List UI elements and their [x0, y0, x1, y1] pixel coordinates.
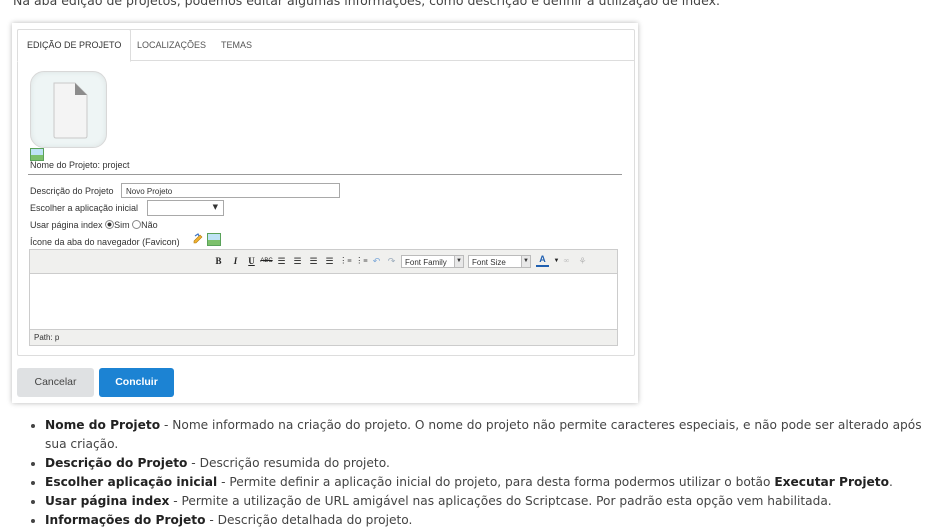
font-size-select[interactable]: Font Size ▼: [468, 255, 531, 268]
tab-locations[interactable]: LOCALIZAÇÕES: [137, 30, 206, 60]
bullet-list-icon[interactable]: ⋮≡: [339, 254, 352, 268]
tabs-container: EDIÇÃO DE PROJETO LOCALIZAÇÕES TEMAS Nom…: [17, 29, 635, 356]
font-family-value: Font Family: [405, 258, 447, 267]
list-item: Informações do Projeto - Descrição detal…: [45, 511, 929, 530]
document-icon: [53, 82, 88, 139]
list-item-text: - Nome informado na criação do projeto. …: [45, 418, 922, 451]
underline-icon[interactable]: U: [245, 254, 258, 268]
radio-no-label: Não: [141, 220, 158, 230]
description-field[interactable]: Novo Projeto: [121, 183, 340, 198]
numbered-list-icon[interactable]: ⋮≡: [355, 254, 368, 268]
list-item: Descrição do Projeto - Descrição resumid…: [45, 454, 929, 473]
rich-text-editor: B I U ABC ☰ ☰ ☰ ☰ ⋮≡ ⋮≡ ↶ ↷ Font Family …: [29, 249, 618, 346]
edit-pencil-icon[interactable]: [193, 233, 204, 244]
align-left-icon[interactable]: ☰: [275, 254, 288, 268]
font-family-select[interactable]: Font Family ▼: [401, 255, 464, 268]
list-item-text: .: [888, 475, 893, 489]
chevron-down-icon: ▼: [521, 256, 530, 267]
use-index-row: Usar página index Sim Não: [30, 220, 158, 230]
favicon-image-icon[interactable]: [207, 233, 221, 246]
confirm-button[interactable]: Concluir: [99, 368, 174, 397]
favicon-label: Ícone da aba do navegador (Favicon): [30, 237, 180, 247]
divider: [28, 174, 622, 175]
list-item: Usar página index - Permite a utilização…: [45, 492, 929, 511]
cancel-button[interactable]: Cancelar: [17, 368, 94, 397]
list-item-text: - Permite definir a aplicação inicial do…: [217, 475, 775, 489]
editor-path: Path: p: [30, 329, 617, 345]
list-item: Escolher aplicação inicial - Permite def…: [45, 473, 929, 492]
align-center-icon[interactable]: ☰: [291, 254, 304, 268]
radio-yes-label: Sim: [114, 220, 130, 230]
radio-yes[interactable]: [105, 220, 115, 229]
list-item-term: Informações do Projeto: [45, 513, 206, 527]
initial-app-select[interactable]: ▼: [147, 200, 224, 216]
tab-bar: EDIÇÃO DE PROJETO LOCALIZAÇÕES TEMAS: [17, 29, 634, 62]
align-justify-icon[interactable]: ☰: [323, 254, 336, 268]
editor-toolbar: B I U ABC ☰ ☰ ☰ ☰ ⋮≡ ⋮≡ ↶ ↷ Font Family …: [30, 250, 617, 274]
list-item-term: Executar Projeto: [774, 475, 889, 489]
initial-app-label: Escolher a aplicação inicial: [30, 203, 139, 213]
field-descriptions-list: Nome do Projeto - Nome informado na cria…: [26, 416, 929, 530]
list-item-text: - Descrição detalhada do projeto.: [205, 513, 413, 527]
italic-icon[interactable]: I: [229, 254, 242, 268]
project-edit-panel: EDIÇÃO DE PROJETO LOCALIZAÇÕES TEMAS Nom…: [12, 23, 638, 403]
list-item-text: - Permite a utilização de URL amigável n…: [169, 494, 832, 508]
chevron-down-icon: ▼: [454, 256, 463, 267]
link-icon[interactable]: ∞: [560, 254, 573, 268]
use-index-label: Usar página index: [30, 220, 103, 230]
list-item-term: Descrição do Projeto: [45, 456, 188, 470]
project-name-label: Nome do Projeto: project: [30, 160, 130, 170]
list-item-term: Nome do Projeto: [45, 418, 161, 432]
align-right-icon[interactable]: ☰: [307, 254, 320, 268]
bold-icon[interactable]: B: [212, 254, 225, 268]
chevron-down-icon: ▼: [212, 203, 218, 211]
list-item: Nome do Projeto - Nome informado na cria…: [45, 416, 929, 454]
radio-no[interactable]: [132, 220, 142, 229]
strikethrough-icon[interactable]: ABC: [260, 254, 273, 268]
intro-text: Na aba edição de projetos, podemos edita…: [13, 0, 720, 8]
text-color-icon[interactable]: A: [536, 254, 549, 267]
tab-project-edit[interactable]: EDIÇÃO DE PROJETO: [17, 29, 132, 62]
list-item-term: Escolher aplicação inicial: [45, 475, 218, 489]
list-item-text: - Descrição resumida do projeto.: [187, 456, 390, 470]
description-label: Descrição do Projeto: [30, 186, 114, 196]
favicon-row: Ícone da aba do navegador (Favicon): [30, 237, 180, 247]
tab-themes[interactable]: TEMAS: [221, 30, 252, 60]
font-size-value: Font Size: [472, 258, 506, 267]
redo-icon[interactable]: ↷: [385, 254, 398, 268]
undo-icon[interactable]: ↶: [370, 254, 383, 268]
list-item-term: Usar página index: [45, 494, 170, 508]
project-logo[interactable]: [30, 71, 107, 148]
unlink-icon[interactable]: ⚘: [576, 254, 589, 268]
